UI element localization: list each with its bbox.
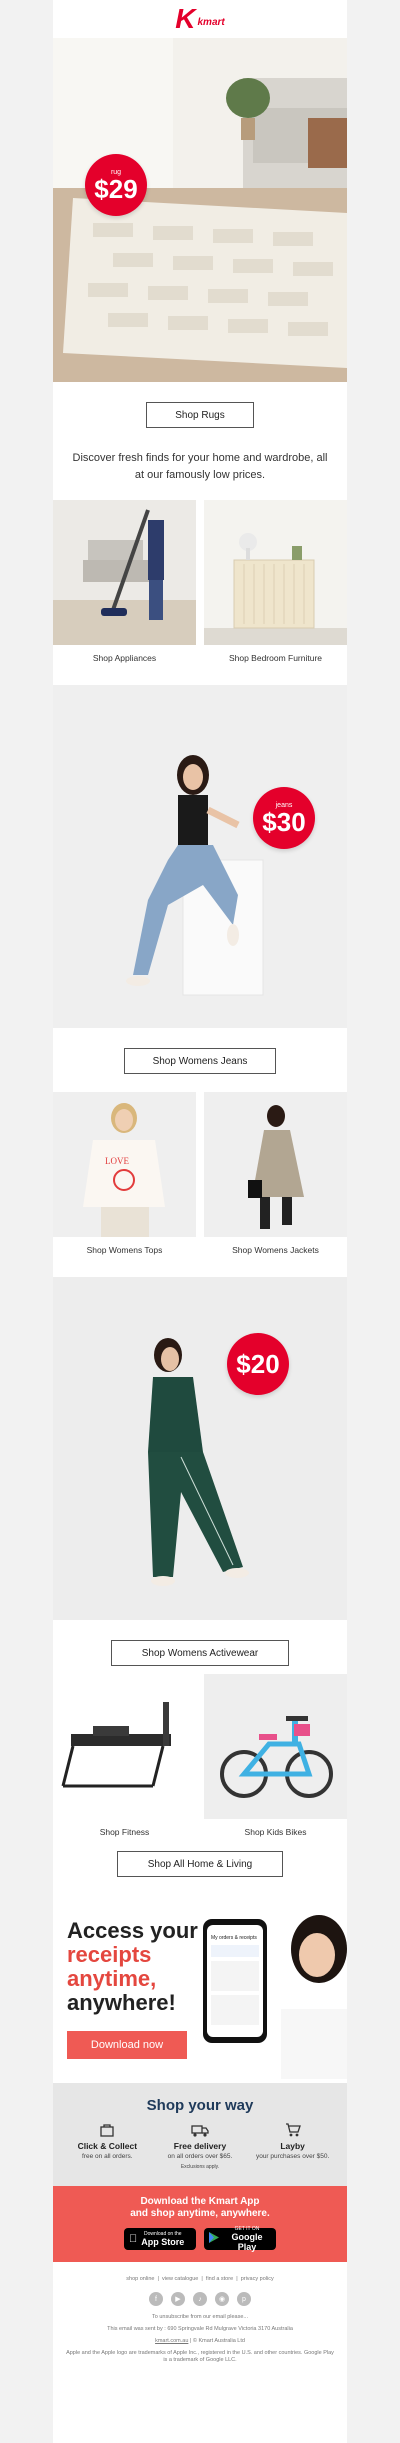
sent-by-text: This email was sent by : 690 Springvale … bbox=[107, 2326, 293, 2332]
download-line: Download the Kmart App bbox=[140, 2196, 260, 2207]
shop-womens-jeans-button[interactable]: Shop Womens Jeans bbox=[124, 1048, 276, 1074]
cart-icon bbox=[250, 2122, 336, 2138]
tile-label: Shop Womens Tops bbox=[86, 1245, 163, 1255]
download-app-band: Download the Kmart App and shop anytime,… bbox=[53, 2186, 347, 2262]
footer-link[interactable]: shop online bbox=[126, 2276, 154, 2282]
email-body: K kmart rug $29 Shop Rugs Discover fresh… bbox=[53, 0, 347, 2443]
tile-appliances[interactable]: Shop Appliances bbox=[53, 500, 196, 671]
section-title: Shop your way bbox=[146, 2097, 254, 2114]
tile-label: Shop Fitness bbox=[99, 1827, 150, 1837]
tops-image: LOVE bbox=[53, 1092, 196, 1237]
headline-line: Access your bbox=[67, 1918, 198, 1943]
way-desc: on all orders over $65. bbox=[167, 2153, 233, 2160]
price-badge: $20 bbox=[227, 1333, 289, 1395]
tile-label: Shop Bedroom Furniture bbox=[228, 653, 323, 663]
way-note: Exclusions apply. bbox=[180, 2164, 220, 2170]
intro-text: Discover fresh finds for your home and w… bbox=[72, 452, 328, 481]
social-links: f ▶ ♪ ◉ p bbox=[53, 2292, 347, 2306]
apple-icon:  bbox=[129, 2233, 137, 2245]
pinterest-icon[interactable]: p bbox=[237, 2292, 251, 2306]
header: K kmart bbox=[53, 0, 347, 38]
badge-price: $20 bbox=[236, 1349, 280, 1379]
site-link[interactable]: kmart.com.au bbox=[155, 2338, 188, 2344]
activewear-hero-image[interactable]: $20 bbox=[53, 1277, 347, 1620]
app-promo: Access your receipts anytime, anywhere! … bbox=[53, 1905, 347, 2083]
phone-woman-image: My orders & receipts bbox=[201, 1909, 347, 2079]
unsubscribe-text[interactable]: To unsubscribe from our email please... bbox=[53, 2314, 347, 2320]
download-now-button[interactable]: Download now bbox=[67, 2031, 187, 2059]
layby-item[interactable]: Layby your purchases over $50. bbox=[250, 2122, 336, 2171]
free-delivery-item[interactable]: Free delivery on all orders over $65. Ex… bbox=[157, 2122, 243, 2171]
model-jeans-illustration bbox=[53, 685, 347, 1028]
bedside-table-image bbox=[204, 500, 347, 645]
footer-link[interactable]: privacy policy bbox=[241, 2276, 274, 2282]
bag-icon bbox=[64, 2122, 150, 2138]
youtube-icon[interactable]: ▶ bbox=[171, 2292, 185, 2306]
way-title: Layby bbox=[280, 2141, 305, 2151]
app-store-button[interactable]:  Download on the App Store bbox=[124, 2228, 196, 2250]
tile-kids-bikes[interactable]: Shop Kids Bikes bbox=[204, 1674, 347, 1845]
download-line: and shop anytime, anywhere. bbox=[130, 2208, 270, 2219]
store-big: Google Play bbox=[231, 2232, 263, 2252]
badge-price: $30 bbox=[262, 806, 306, 837]
google-play-button[interactable]: GET IT ON Google Play bbox=[204, 2226, 276, 2252]
tiktok-icon[interactable]: ♪ bbox=[193, 2292, 207, 2306]
logo-letter: K bbox=[175, 3, 196, 34]
truck-icon bbox=[157, 2122, 243, 2138]
footer-link[interactable]: find a store bbox=[206, 2276, 233, 2282]
jeans-hero-image[interactable]: jeans $30 bbox=[53, 685, 347, 1028]
reformer-image bbox=[53, 1674, 196, 1819]
home-tiles: Shop Appliances Shop Bedroom Furniture bbox=[53, 500, 347, 671]
instagram-icon[interactable]: ◉ bbox=[215, 2292, 229, 2306]
logo-word: kmart bbox=[197, 16, 225, 28]
price-badge: rug $29 bbox=[85, 154, 147, 216]
tile-womens-tops[interactable]: LOVE Shop Womens Tops bbox=[53, 1092, 196, 1263]
copyright-text: | © Kmart Australia Ltd bbox=[189, 2338, 245, 2344]
misc-tiles: Shop Fitness Shop Kids Bikes bbox=[53, 1674, 347, 1845]
tile-label: Shop Womens Jackets bbox=[232, 1245, 319, 1255]
shop-womens-activewear-button[interactable]: Shop Womens Activewear bbox=[111, 1640, 289, 1666]
kids-bike-image bbox=[204, 1674, 347, 1819]
headline-line: receipts bbox=[67, 1942, 152, 1967]
svg-text:LOVE: LOVE bbox=[105, 1156, 129, 1166]
phone-header: My orders & receipts bbox=[211, 1935, 257, 1941]
headline-line: anytime, bbox=[67, 1966, 157, 1991]
tile-womens-jackets[interactable]: Shop Womens Jackets bbox=[204, 1092, 347, 1263]
store-big: App Store bbox=[133, 2237, 184, 2247]
model-activewear-illustration bbox=[53, 1277, 347, 1620]
shop-all-home-living-button[interactable]: Shop All Home & Living bbox=[117, 1851, 283, 1877]
footer: shop online | view catalogue | find a st… bbox=[53, 2262, 347, 2364]
tile-fitness[interactable]: Shop Fitness bbox=[53, 1674, 196, 1845]
women-tiles: LOVE Shop Womens Tops Shop Womens Jacket… bbox=[53, 1092, 347, 1263]
legal-text: Apple and the Apple logo are trademarks … bbox=[66, 2350, 334, 2363]
tile-label: Shop Kids Bikes bbox=[244, 1827, 307, 1837]
way-title: Click & Collect bbox=[77, 2141, 138, 2151]
shop-your-way: Shop your way Click & Collect free on al… bbox=[53, 2083, 347, 2186]
play-icon bbox=[209, 2230, 219, 2248]
footer-links: shop online | view catalogue | find a st… bbox=[126, 2276, 274, 2282]
tile-bedroom-furniture[interactable]: Shop Bedroom Furniture bbox=[204, 500, 347, 671]
facebook-icon[interactable]: f bbox=[149, 2292, 163, 2306]
way-title: Free delivery bbox=[173, 2141, 227, 2151]
headline-line: anywhere! bbox=[67, 1990, 176, 2015]
jackets-image bbox=[204, 1092, 347, 1237]
click-collect-item[interactable]: Click & Collect free on all orders. bbox=[64, 2122, 150, 2171]
app-headline: Access your receipts anytime, anywhere! bbox=[67, 1919, 198, 2015]
vacuum-image bbox=[53, 500, 196, 645]
rug-hero-image[interactable]: rug $29 bbox=[53, 38, 347, 382]
footer-link[interactable]: view catalogue bbox=[162, 2276, 198, 2282]
way-desc: free on all orders. bbox=[82, 2153, 133, 2160]
badge-price: $29 bbox=[94, 173, 138, 204]
price-badge: jeans $30 bbox=[253, 787, 315, 849]
tile-label: Shop Appliances bbox=[92, 653, 157, 663]
kmart-logo[interactable]: K kmart bbox=[175, 5, 224, 33]
way-desc: your purchases over $50. bbox=[255, 2153, 330, 2160]
shop-rugs-button[interactable]: Shop Rugs bbox=[146, 402, 254, 428]
